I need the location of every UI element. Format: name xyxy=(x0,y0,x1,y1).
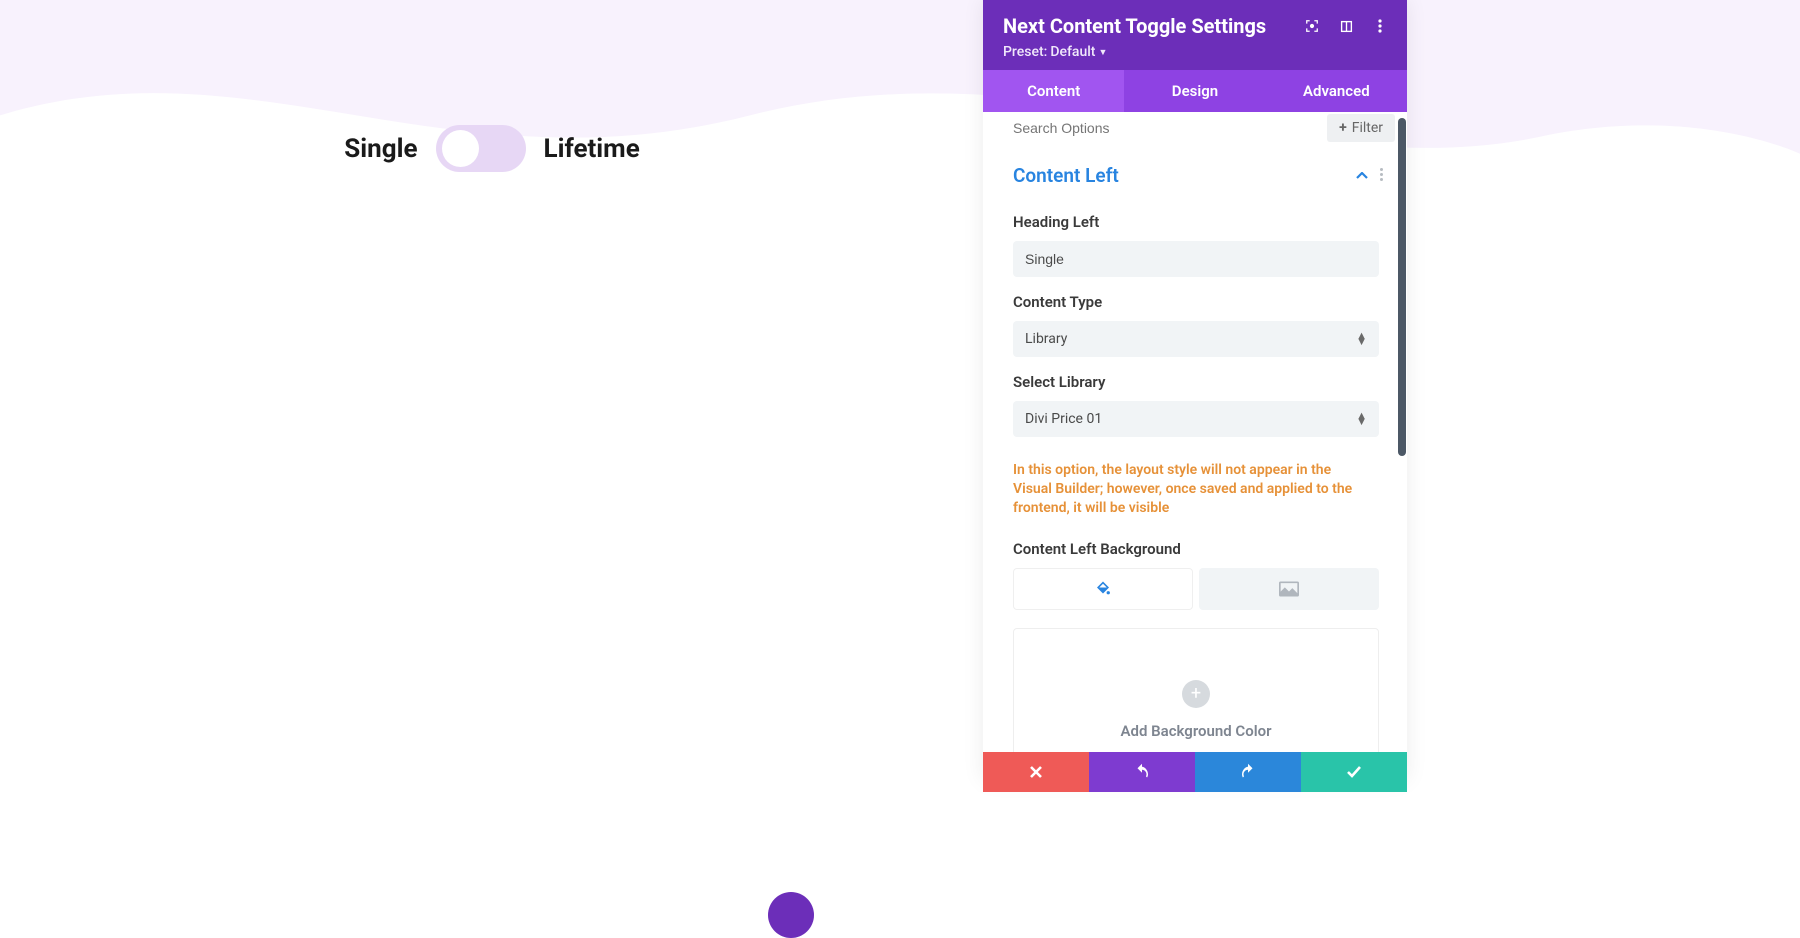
toggle-label-left: Single xyxy=(344,134,417,164)
add-background-button[interactable]: + xyxy=(1182,680,1210,708)
search-input[interactable] xyxy=(1013,120,1327,136)
heading-left-input[interactable] xyxy=(1013,241,1379,277)
section-more-icon[interactable] xyxy=(1380,166,1383,185)
search-filter-row: + Filter xyxy=(983,112,1407,144)
section-header[interactable]: Content Left xyxy=(1013,144,1395,197)
content-type-select[interactable]: Library ▲▼ xyxy=(1013,321,1379,357)
panel-title: Next Content Toggle Settings xyxy=(1003,14,1266,38)
bg-image-tab[interactable] xyxy=(1199,568,1379,610)
focus-mode-icon[interactable] xyxy=(1305,19,1319,33)
panel-body: Content Left Heading Left Content Type L… xyxy=(983,144,1407,780)
content-type-label: Content Type xyxy=(1013,293,1395,311)
save-button[interactable] xyxy=(1301,752,1407,792)
undo-icon xyxy=(1133,763,1151,781)
builder-fab[interactable] xyxy=(768,892,814,938)
content-left-bg-label: Content Left Background xyxy=(1013,540,1395,558)
more-options-icon[interactable] xyxy=(1373,19,1387,33)
chevron-down-icon: ▼ xyxy=(1098,47,1107,58)
toggle-switch[interactable] xyxy=(436,125,526,172)
settings-tabs: Content Design Advanced xyxy=(983,70,1407,112)
cancel-button[interactable] xyxy=(983,752,1089,792)
filter-button[interactable]: + Filter xyxy=(1327,114,1395,142)
select-arrows-icon: ▲▼ xyxy=(1356,333,1367,345)
preset-selector[interactable]: Preset: Default ▼ xyxy=(1003,44,1387,60)
toggle-label-right: Lifetime xyxy=(544,134,640,164)
snap-panel-icon[interactable] xyxy=(1339,19,1353,33)
scrollbar-thumb[interactable] xyxy=(1398,118,1406,456)
content-toggle-preview: Single Lifetime xyxy=(0,125,984,172)
tab-advanced[interactable]: Advanced xyxy=(1266,70,1407,112)
filter-label: Filter xyxy=(1352,120,1383,136)
heading-left-label: Heading Left xyxy=(1013,213,1395,231)
layout-warning-text: In this option, the layout style will no… xyxy=(1013,461,1395,518)
undo-button[interactable] xyxy=(1089,752,1195,792)
chevron-up-icon[interactable] xyxy=(1356,168,1368,184)
redo-button[interactable] xyxy=(1195,752,1301,792)
panel-footer-actions xyxy=(983,752,1407,792)
select-library-label: Select Library xyxy=(1013,373,1395,391)
redo-icon xyxy=(1239,763,1257,781)
preset-value: Default xyxy=(1050,44,1095,60)
select-library-value: Divi Price 01 xyxy=(1025,411,1102,427)
preset-label: Preset: xyxy=(1003,44,1047,60)
check-icon xyxy=(1346,765,1362,779)
select-arrows-icon: ▲▼ xyxy=(1356,413,1367,425)
settings-panel: Next Content Toggle Settings Preset: Def… xyxy=(983,0,1407,780)
paint-bucket-icon xyxy=(1094,580,1112,598)
add-background-label: Add Background Color xyxy=(1120,722,1271,740)
bg-color-tab[interactable] xyxy=(1013,568,1193,610)
select-library-select[interactable]: Divi Price 01 ▲▼ xyxy=(1013,401,1379,437)
toggle-knob xyxy=(442,130,479,167)
content-type-value: Library xyxy=(1025,331,1067,347)
plus-icon: + xyxy=(1339,120,1347,136)
tab-content[interactable]: Content xyxy=(983,70,1124,112)
background-type-tabs xyxy=(1013,568,1379,610)
tab-design[interactable]: Design xyxy=(1124,70,1265,112)
close-icon xyxy=(1029,765,1043,779)
section-title: Content Left xyxy=(1013,164,1119,187)
panel-header: Next Content Toggle Settings Preset: Def… xyxy=(983,0,1407,70)
image-icon xyxy=(1279,581,1299,597)
